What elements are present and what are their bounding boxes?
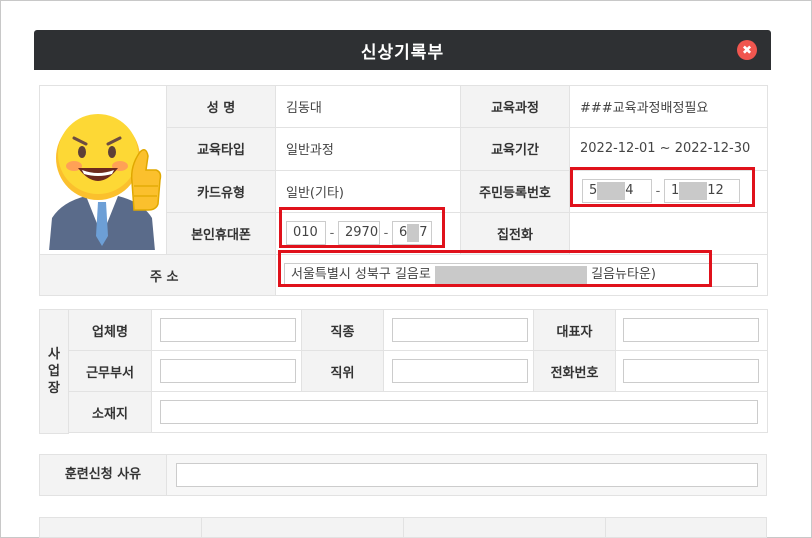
dept-cell: [151, 350, 302, 392]
homephone-label: 집전화: [460, 211, 570, 256]
homephone-value: [569, 211, 768, 256]
address-label-cell: 주 소: [39, 254, 276, 296]
company-cell: [151, 309, 302, 351]
highlight-mobile: [279, 207, 445, 248]
type-value: 일반과정: [275, 127, 461, 171]
name-value: 김동대: [275, 84, 461, 129]
company-label: 업체명: [68, 309, 152, 351]
address-label: 주 소: [150, 269, 179, 285]
position-input[interactable]: [392, 359, 528, 383]
highlight-address: [278, 250, 712, 287]
period-value: 2022-12-01 ~ 2022-12-30: [569, 127, 768, 171]
ceo-label: 대표자: [533, 309, 616, 351]
rrn-label: 주민등록번호: [460, 169, 570, 213]
job-input[interactable]: [392, 318, 528, 342]
column-divider: [605, 518, 606, 538]
dialog-title: 신상기록부: [360, 42, 445, 63]
reason-input[interactable]: [176, 463, 758, 487]
dept-input[interactable]: [160, 359, 296, 383]
position-label: 직위: [301, 350, 384, 392]
phone-input[interactable]: [623, 359, 759, 383]
column-divider: [403, 518, 404, 538]
dept-label: 근무부서: [68, 350, 152, 392]
type-label: 교육타입: [166, 127, 276, 171]
phone-cell: [615, 350, 768, 392]
side-char: 업: [48, 364, 60, 379]
reason-label: 훈련신청 사유: [40, 455, 167, 495]
course-label: 교육과정: [460, 84, 570, 129]
job-label: 직종: [301, 309, 384, 351]
phone-label: 전화번호: [533, 350, 616, 392]
highlight-rrn: [570, 167, 755, 207]
workplace-side-label: 사 업 장: [39, 309, 69, 434]
ceo-cell: [615, 309, 768, 351]
card-label: 카드유형: [166, 169, 276, 213]
location-input[interactable]: [160, 400, 758, 424]
reason-row: 훈련신청 사유: [39, 454, 767, 496]
profile-photo-cell: [39, 85, 167, 262]
close-icon[interactable]: ✖: [737, 40, 757, 60]
period-label: 교육기간: [460, 127, 570, 171]
location-label: 소재지: [68, 391, 152, 433]
name-label: 성 명: [166, 84, 276, 129]
side-char: 사: [48, 347, 60, 362]
company-input[interactable]: [160, 318, 296, 342]
location-cell: [151, 391, 768, 433]
job-cell: [383, 309, 534, 351]
ceo-input[interactable]: [623, 318, 759, 342]
mobile-label: 본인휴대폰: [166, 211, 276, 256]
profile-photo: [40, 86, 165, 262]
workplace-table: 업체명 직종 대표자 근무부서 직위 전화번호 소재지: [68, 309, 768, 433]
dialog-titlebar: 신상기록부 ✖: [34, 30, 771, 70]
course-value: ###교육과정배정필요: [569, 84, 768, 129]
position-cell: [383, 350, 534, 392]
card-value: 일반(기타): [275, 169, 461, 213]
side-char: 장: [48, 381, 60, 396]
next-table-header: [39, 517, 767, 538]
column-divider: [201, 518, 202, 538]
